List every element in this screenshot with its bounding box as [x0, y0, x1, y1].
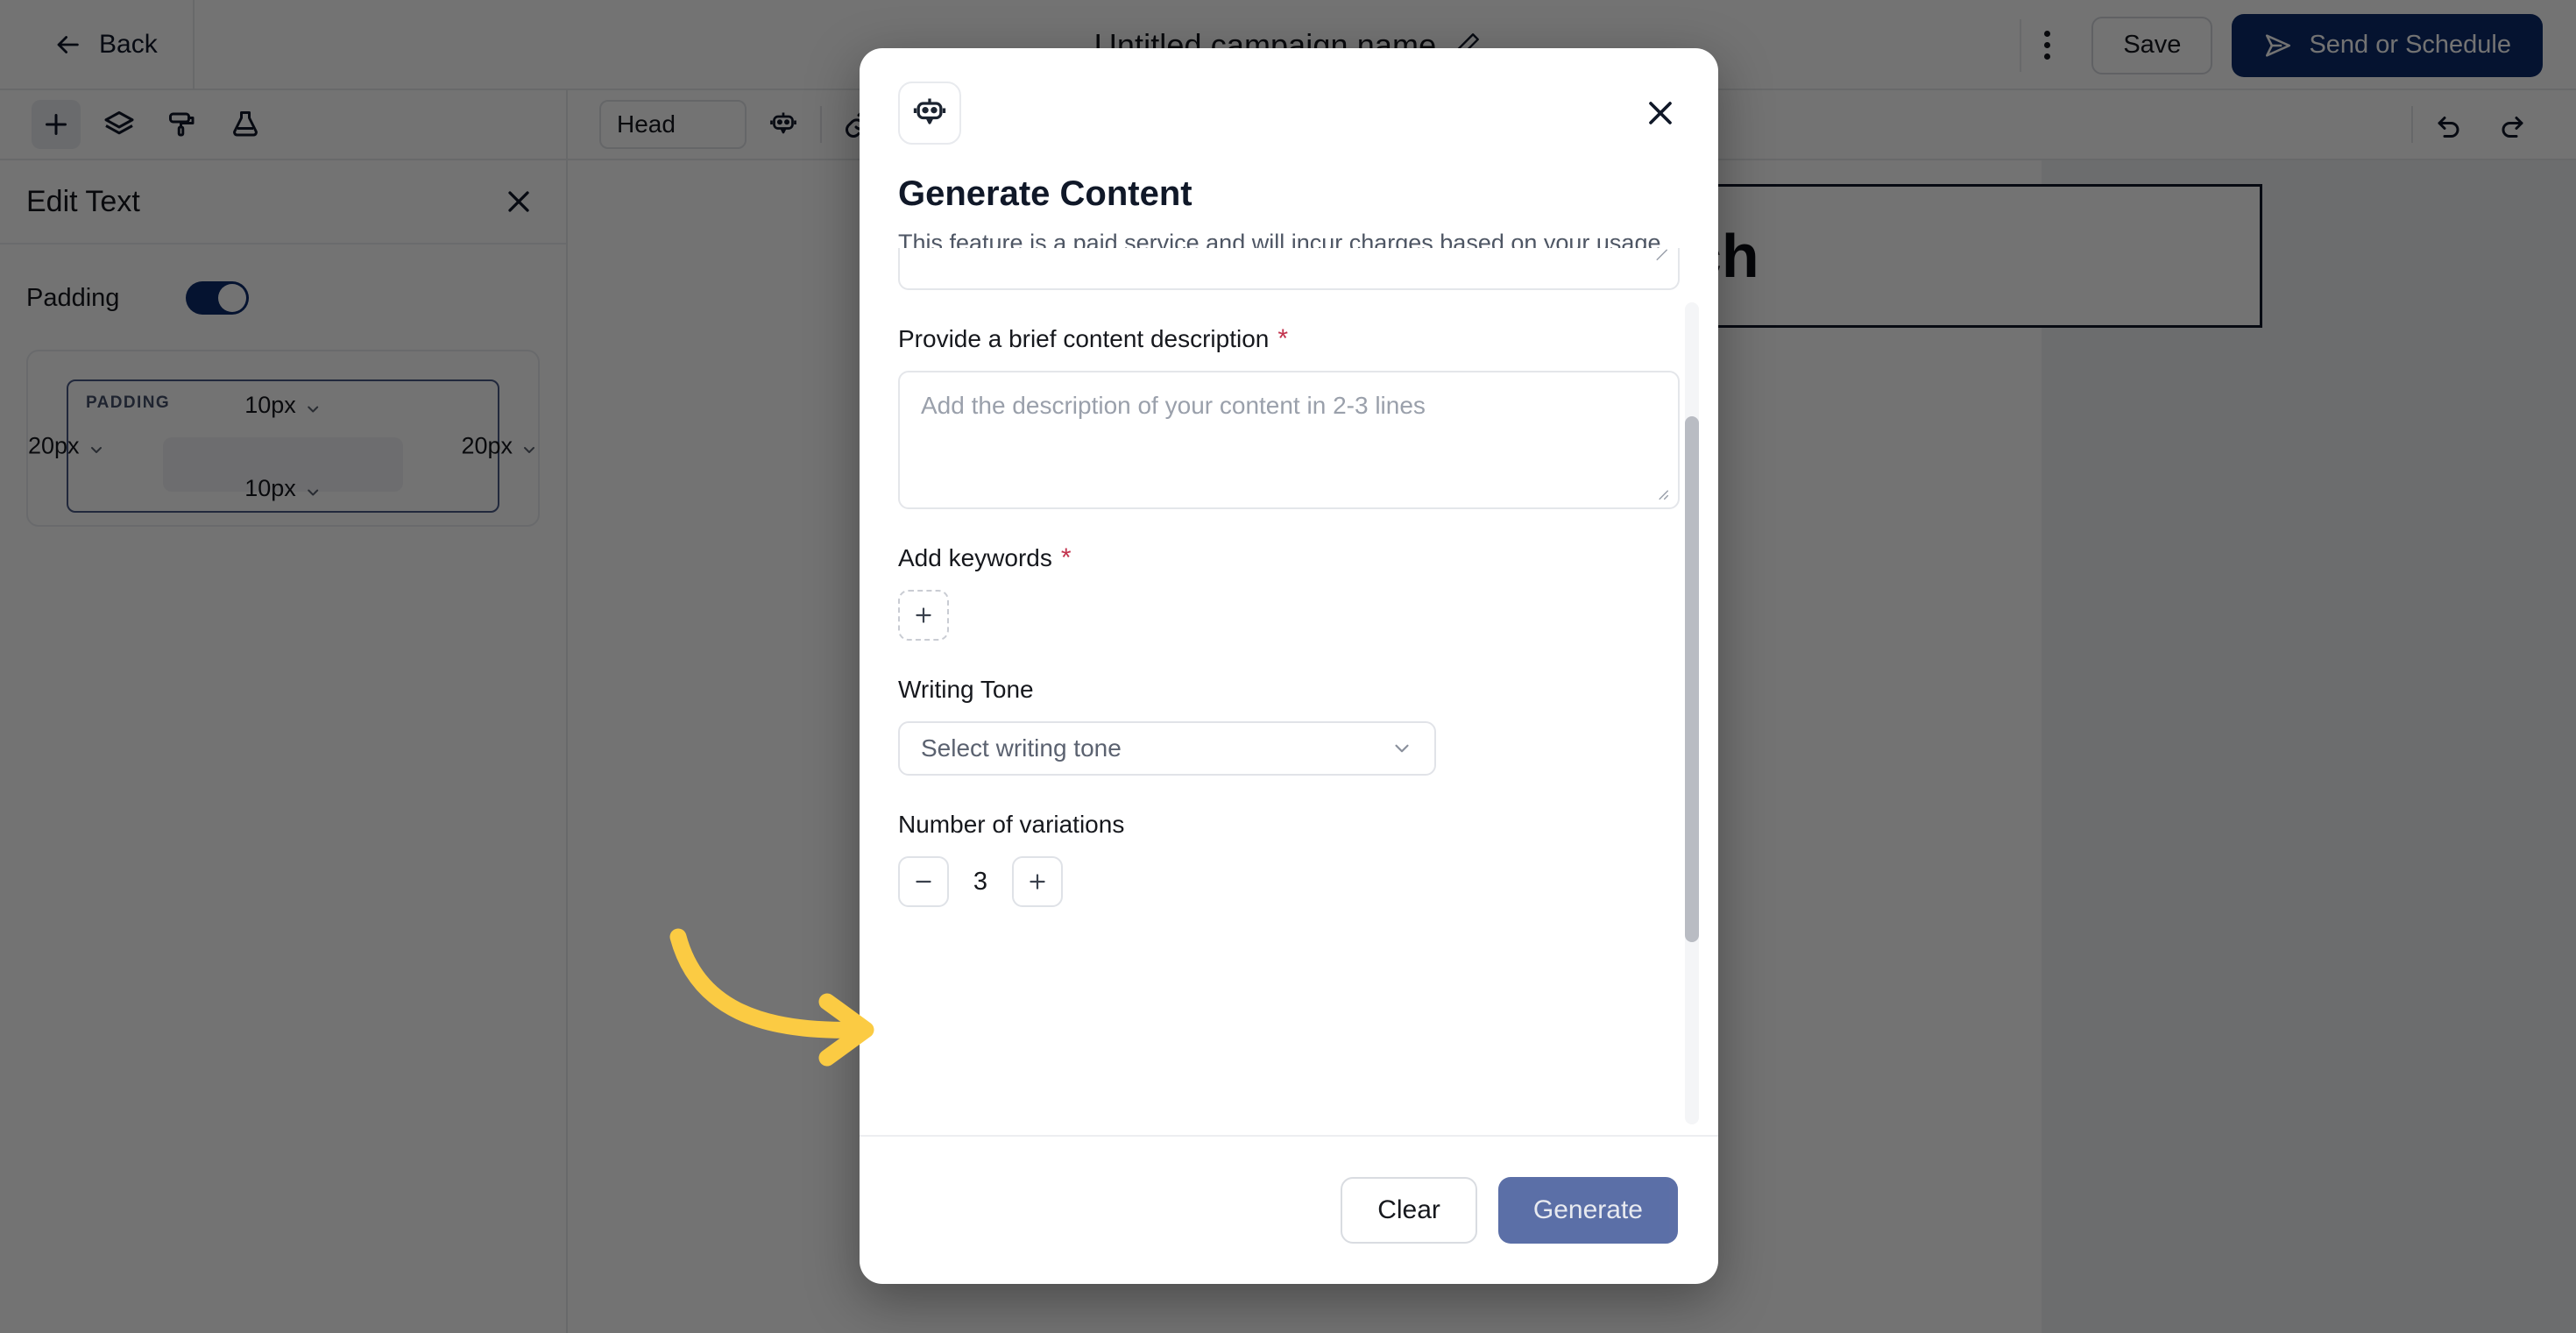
keywords-field: Add keywords *: [898, 544, 1680, 641]
modal-title: Generate Content: [898, 174, 1192, 213]
chevron-down-icon: [1391, 737, 1413, 760]
generate-content-modal: Generate Content This feature is a paid …: [860, 48, 1718, 1284]
writing-tone-select[interactable]: Select writing tone: [898, 721, 1436, 776]
clear-button[interactable]: Clear: [1341, 1177, 1477, 1244]
variations-increment-button[interactable]: [1012, 856, 1063, 907]
modal-form: Provide a brief content description * Ad…: [860, 248, 1718, 907]
variations-stepper: 3: [898, 856, 1680, 907]
modal-scrollbar-track[interactable]: [1685, 302, 1699, 1124]
description-placeholder: Add the description of your content in 2…: [921, 392, 1426, 419]
resize-grip-icon: [1650, 248, 1669, 262]
ai-robot-icon: [898, 82, 961, 145]
variations-field: Number of variations 3: [898, 811, 1680, 907]
generate-button[interactable]: Generate: [1497, 1177, 1678, 1244]
description-label: Provide a brief content description *: [898, 325, 1680, 353]
writing-tone-value: Select writing tone: [921, 734, 1122, 762]
keywords-label-text: Add keywords: [898, 544, 1052, 571]
required-asterisk: *: [1277, 324, 1289, 353]
description-field: Provide a brief content description * Ad…: [898, 325, 1680, 509]
variations-label: Number of variations: [898, 811, 1125, 838]
keywords-label: Add keywords *: [898, 544, 1680, 572]
writing-tone-field: Writing Tone Select writing tone: [898, 676, 1680, 776]
previous-field-textarea[interactable]: [898, 248, 1680, 290]
description-input[interactable]: Add the description of your content in 2…: [898, 371, 1680, 509]
modal-footer: Clear Generate: [860, 1135, 1718, 1284]
modal-scrollbar-thumb[interactable]: [1685, 416, 1699, 942]
writing-tone-label: Writing Tone: [898, 676, 1034, 703]
modal-body: Provide a brief content description * Ad…: [860, 248, 1718, 1135]
required-asterisk: *: [1060, 543, 1072, 572]
variations-decrement-button[interactable]: [898, 856, 949, 907]
description-label-text: Provide a brief content description: [898, 325, 1270, 352]
add-keyword-button[interactable]: [898, 590, 949, 641]
close-icon[interactable]: [1641, 94, 1680, 132]
resize-grip-icon[interactable]: [1652, 483, 1671, 502]
modal-header: Generate Content This feature is a paid …: [860, 48, 1718, 257]
variations-value: 3: [973, 867, 988, 896]
